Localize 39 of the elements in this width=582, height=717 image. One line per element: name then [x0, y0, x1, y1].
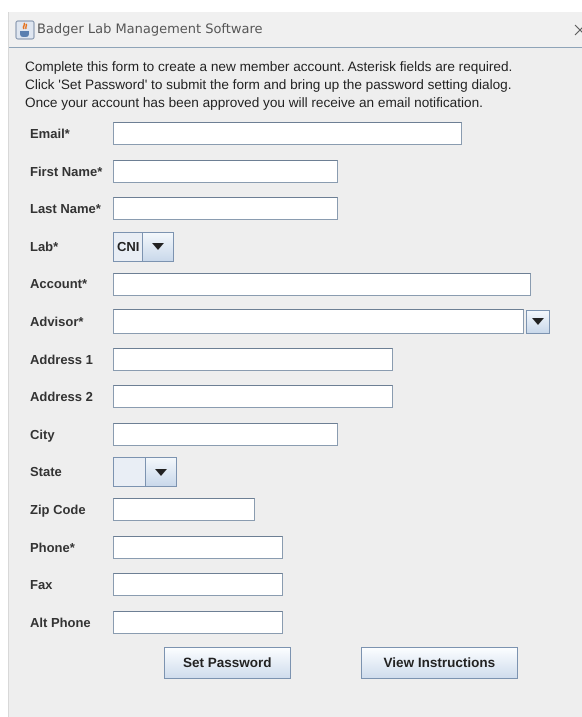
field-label: Alt Phone — [29, 614, 92, 632]
field-label: Email* — [29, 125, 71, 144]
field-label: Address 2 — [29, 388, 94, 406]
dropdown-button[interactable] — [526, 310, 550, 334]
input-field[interactable] — [113, 122, 462, 146]
field-label: Lab* — [29, 238, 60, 256]
input-field[interactable] — [113, 385, 393, 408]
input-field[interactable] — [113, 573, 283, 596]
input-field[interactable] — [113, 536, 283, 559]
field-label: Zip Code — [29, 500, 87, 519]
input-field[interactable] — [113, 197, 338, 220]
instruction-text: Once your account has been approved you will receive an email notification. — [25, 94, 484, 112]
input-field[interactable] — [113, 348, 393, 371]
input-field[interactable] — [113, 498, 255, 522]
input-field[interactable] — [113, 423, 338, 446]
field-label: First Name* — [29, 162, 104, 181]
field-label: Address 1 — [29, 350, 94, 369]
input-field[interactable] — [113, 160, 338, 183]
input-field[interactable] — [113, 309, 524, 334]
field-label: City — [29, 426, 56, 444]
dropdown[interactable]: CNI — [113, 232, 174, 262]
window-title: Badger Lab Management Software — [37, 20, 263, 39]
dropdown[interactable] — [113, 457, 177, 488]
field-label: Account* — [29, 275, 88, 294]
view-instructions-button[interactable]: View Instructions — [360, 647, 518, 680]
input-field[interactable] — [113, 611, 283, 634]
field-label: Fax — [29, 576, 54, 594]
field-label: Advisor* — [29, 313, 84, 332]
field-label: State — [29, 463, 63, 482]
instruction-text: Click 'Set Password' to submit the form and bring up the password setting dialog. — [25, 76, 513, 94]
caret-icon — [155, 468, 167, 476]
instruction-text: Complete this form to create a new member account. Asterisk fields are required. — [25, 58, 514, 76]
set-password-button[interactable]: Set Password — [164, 647, 291, 680]
coffee-cup-icon — [15, 20, 35, 40]
field-label: Last Name* — [29, 200, 102, 218]
input-field[interactable] — [113, 272, 531, 296]
caret-icon — [532, 318, 544, 326]
caret-icon — [152, 243, 164, 250]
field-label: Phone* — [29, 538, 76, 557]
